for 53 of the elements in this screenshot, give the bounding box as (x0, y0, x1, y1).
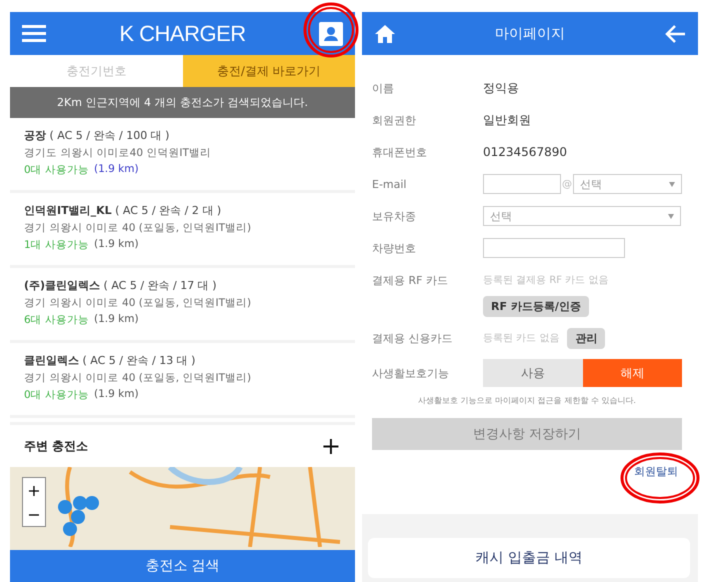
distance-text: (1.9 km) (94, 313, 139, 327)
card-status-text: 등록된 카드 없음 (483, 332, 560, 345)
field-label: 보유차종 (372, 208, 417, 224)
caret-icon (669, 182, 675, 186)
highlight-circle (303, 2, 359, 58)
availability-text: 1대 사용가능 (24, 238, 90, 252)
station-title[interactable]: 공장 ( AC 5 / 완속 / 100 대 ) (24, 128, 341, 143)
availability-text: 6대 사용가능 (24, 313, 90, 327)
station-title[interactable]: 인덕원IT밸리_KL ( AC 5 / 완속 / 2 대 ) (24, 203, 341, 218)
availability-text: 0대 사용가능 (24, 388, 90, 402)
field-label: 회원권한 (372, 112, 417, 128)
field-label: 차량번호 (372, 240, 417, 256)
field-label: E-mail (372, 178, 408, 190)
distance-text: (1.9 km) (94, 163, 139, 177)
page-title: 마이페이지 (495, 24, 565, 42)
station-title[interactable]: 클린일렉스 ( AC 5 / 완속 / 13 대 ) (24, 353, 341, 368)
distance-text: (1.9 km) (94, 388, 139, 402)
caret-icon (668, 214, 674, 218)
menu-icon[interactable] (22, 24, 46, 42)
result-banner: 2Km 인근지역에 4 개의 충전소가 검색되었습니다. (10, 87, 355, 118)
field-label: 결제용 신용카드 (372, 330, 454, 346)
field-value: 01234567890 (483, 145, 567, 159)
privacy-notice: 사생활보호 기능으로 마이페이지 접근을 제한할 수 있습니다. (417, 395, 637, 406)
profile-icon[interactable] (318, 22, 343, 46)
section-title: 주변 충전소 (24, 438, 88, 454)
manage-button[interactable]: 관리 (567, 328, 606, 348)
search-station-button[interactable]: 충전소 검색 (10, 550, 355, 582)
station-address: 경기도 의왕시 이미로40 인덕원IT밸리 (24, 146, 212, 160)
expand-button[interactable]: + (320, 432, 341, 460)
cash-history-button[interactable]: 캐시 입출금 내역 (368, 538, 690, 578)
tab[interactable]: 충전/결제 바로가기 (182, 55, 355, 87)
at-sign: @ (562, 178, 572, 190)
app-title: K CHARGER (119, 20, 246, 46)
station-title[interactable]: (주)클린일렉스 ( AC 5 / 완속 / 17 대 ) (24, 278, 341, 293)
rf-card-button[interactable]: RF 카드등록/인증 (483, 296, 589, 316)
station-address: 경기 의왕시 이미로 40 (포일동, 인덕원IT밸리) (24, 371, 252, 385)
email-input[interactable] (483, 174, 561, 194)
field-value: 정익용 (483, 80, 519, 96)
back-arrow-icon[interactable] (664, 24, 686, 44)
map-placeholder[interactable]: + − (10, 467, 355, 550)
field-label: 결제용 RF 카드 (372, 272, 449, 288)
home-icon[interactable] (374, 24, 396, 44)
privacy-option[interactable]: 사용 (483, 359, 582, 387)
field-label: 휴대폰번호 (372, 144, 428, 160)
distance-text: (1.9 km) (94, 238, 139, 252)
station-address: 경기 의왕시 이미로 40 (포일동, 인덕원IT밸리) (24, 221, 252, 235)
card-status-text: 등록된 결제용 RF 카드 없음 (483, 274, 608, 287)
station-address: 경기 의왕시 이미로 40 (포일동, 인덕원IT밸리) (24, 296, 252, 310)
car-number-input[interactable] (483, 238, 625, 258)
field-label: 이름 (372, 80, 395, 96)
field-value: 일반회원 (483, 112, 531, 128)
field-label: 사생활보호기능 (372, 366, 450, 380)
availability-text: 0대 사용가능 (24, 163, 90, 177)
